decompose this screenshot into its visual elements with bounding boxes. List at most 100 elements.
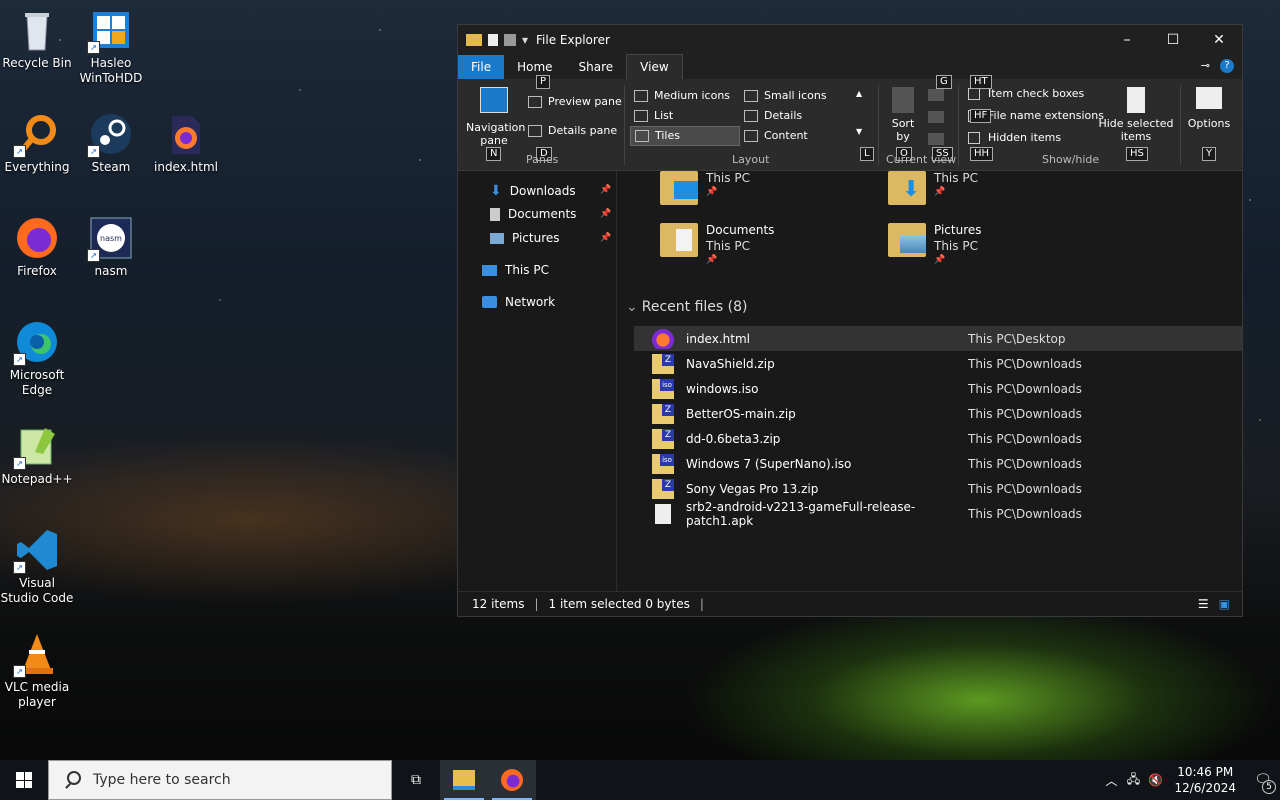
maximize-button[interactable]: ☐ [1150, 25, 1196, 55]
layout-details[interactable]: Details [744, 109, 802, 122]
nav-item-pictures[interactable]: Pictures [490, 231, 560, 245]
tiles-label: Tiles [655, 129, 680, 142]
layout-medium-icons[interactable]: Medium icons [634, 89, 730, 102]
chevron-down-icon[interactable]: ▾ [522, 33, 528, 47]
quick-access-tile-documents[interactable]: Documents This PC 📌 [660, 223, 880, 273]
recent-file-row[interactable]: index.html This PC\Desktop [634, 326, 1242, 351]
nav-item-documents[interactable]: Documents [490, 207, 576, 221]
minimize-button[interactable]: – [1104, 25, 1150, 55]
vlc-cone-icon: ↗ [13, 632, 59, 678]
everything-desktop-icon[interactable]: ↗ Everything [0, 112, 74, 175]
item-check-boxes-checkbox[interactable] [968, 88, 980, 100]
iso-file-icon [652, 453, 674, 474]
ribbon-tabs: File Home Share View ⊸ ? [458, 54, 1242, 79]
ribbon-divider [878, 85, 879, 165]
nav-item-downloads[interactable]: ⬇ Downloads [490, 183, 576, 199]
sort-by-button[interactable]: Sort by [888, 87, 918, 143]
file-path: This PC\Downloads [968, 406, 1082, 421]
nav-item-label: This PC [505, 263, 549, 277]
taskbar-firefox[interactable] [488, 760, 536, 800]
notepadpp-desktop-icon[interactable]: ↗ Notepad++ [0, 424, 74, 487]
group-by-icon[interactable] [928, 89, 944, 101]
details-pane-button[interactable]: Details pane [528, 124, 617, 137]
tab-file[interactable]: File [458, 55, 505, 79]
recent-file-row[interactable]: BetterOS-main.zip This PC\Downloads [634, 401, 1242, 426]
pin-icon: 📌 [706, 255, 718, 265]
clock[interactable]: 10:46 PM 12/6/2024 [1174, 764, 1236, 796]
recent-file-row[interactable]: NavaShield.zip This PC\Downloads [634, 351, 1242, 376]
recent-files-header[interactable]: ⌄ Recent files (8) [626, 299, 747, 315]
downloads-folder-icon: ⬇ [888, 171, 926, 205]
tab-share[interactable]: Share [566, 55, 627, 79]
hide-selected-items-button[interactable]: Hide selected items [1098, 87, 1174, 143]
pin-ribbon-icon[interactable]: ⊸ [1201, 59, 1210, 73]
index-html-desktop-icon[interactable]: index.html [149, 112, 223, 175]
properties-icon[interactable] [488, 34, 498, 46]
layout-small-icons[interactable]: Small icons [744, 89, 827, 102]
steam-icon: ↗ [87, 112, 133, 158]
taskbar-file-explorer[interactable] [440, 760, 488, 800]
steam-desktop-icon[interactable]: ↗ Steam [74, 112, 148, 175]
chevron-up-icon[interactable]: ︿ [1100, 772, 1122, 789]
quick-access-tile-pictures[interactable]: Pictures This PC 📌 [888, 223, 1108, 273]
magnifier-icon: ↗ [13, 112, 59, 158]
layout-tiles[interactable]: Tiles [630, 126, 740, 146]
recent-file-row[interactable]: windows.iso This PC\Downloads [634, 376, 1242, 401]
quick-access-tile[interactable]: ⬇ This PC 📌 [888, 171, 1108, 221]
network-icon [482, 296, 497, 308]
selection-info: 1 item selected 0 bytes [548, 597, 690, 611]
hidden-items-toggle[interactable]: Hidden items [968, 131, 1061, 144]
add-columns-icon[interactable] [928, 111, 944, 123]
medium-icons-icon [634, 90, 648, 102]
pin-icon: 📌 [706, 187, 718, 197]
preview-pane-icon [528, 96, 542, 108]
firefox-icon [15, 216, 59, 260]
download-arrow-icon: ⬇ [490, 183, 502, 199]
tab-view[interactable]: View [626, 54, 683, 79]
size-columns-icon[interactable] [928, 133, 944, 145]
file-path: This PC\Downloads [968, 381, 1082, 396]
desktop-icon-label: Visual Studio Code [0, 576, 74, 605]
hidden-items-checkbox[interactable] [968, 132, 980, 144]
keytip-hide-selected: HS [1126, 147, 1148, 161]
vscode-desktop-icon[interactable]: ↗ Visual Studio Code [0, 528, 74, 606]
search-box[interactable]: Type here to search [48, 760, 392, 800]
nav-item-network[interactable]: Network [482, 295, 555, 309]
vlc-desktop-icon[interactable]: ↗ VLC media player [0, 632, 74, 710]
quick-access-tile[interactable]: This PC 📌 [660, 171, 880, 221]
desktop-icon-label: Microsoft Edge [9, 368, 65, 397]
layout-content[interactable]: Content [744, 129, 808, 142]
notification-center-button[interactable]: 🗨 5 [1246, 772, 1280, 794]
nasm-desktop-icon[interactable]: nasm ↗ nasm [74, 216, 148, 279]
hide-selected-items-label: Hide selected items [1098, 117, 1174, 143]
start-button[interactable] [0, 760, 48, 800]
recent-file-row[interactable]: Windows 7 (SuperNano).iso This PC\Downloa… [634, 451, 1242, 476]
recent-file-row[interactable]: srb2-android-v2213-gameFull-release-patc… [634, 500, 1242, 528]
recycle-bin-desktop-icon[interactable]: Recycle Bin [0, 8, 74, 71]
layout-expand-icon[interactable]: ▼ [856, 127, 862, 136]
nav-item-this-pc[interactable]: This PC [482, 263, 549, 277]
tab-home[interactable]: Home [504, 55, 565, 79]
preview-pane-button[interactable]: Preview pane [528, 95, 622, 108]
layout-scroll-up-icon[interactable]: ▲ [856, 89, 862, 98]
volume-muted-icon[interactable]: 🔇 [1144, 773, 1166, 787]
recent-file-row[interactable]: dd-0.6beta3.zip This PC\Downloads [634, 426, 1242, 451]
network-status-icon[interactable]: 🖧 [1122, 770, 1144, 791]
help-icon[interactable]: ? [1220, 59, 1234, 73]
close-button[interactable]: ✕ [1196, 25, 1242, 55]
task-view-button[interactable]: ⧉ [392, 760, 440, 800]
edge-desktop-icon[interactable]: ↗ Microsoft Edge [0, 320, 74, 398]
desktop-icon-label: index.html [154, 160, 218, 174]
options-button[interactable]: Options [1184, 87, 1234, 130]
recent-file-row[interactable]: Sony Vegas Pro 13.zip This PC\Downloads [634, 476, 1242, 501]
new-folder-icon[interactable] [504, 34, 516, 46]
title-bar[interactable]: ▾ File Explorer – ☐ ✕ [458, 25, 1242, 55]
layout-list[interactable]: List [634, 109, 673, 122]
large-icons-view-icon[interactable]: ▣ [1219, 597, 1230, 611]
navigation-pane-button[interactable]: Navigation pane [466, 87, 525, 147]
keytip-item-check-boxes: HT [970, 75, 992, 89]
details-view-icon[interactable]: ☰ [1198, 597, 1209, 611]
hasleo-desktop-icon[interactable]: ↗ Hasleo WinToHDD [74, 8, 148, 86]
firefox-desktop-icon[interactable]: Firefox [0, 216, 74, 279]
show-hide-group-label: Show/hide [1042, 153, 1100, 166]
